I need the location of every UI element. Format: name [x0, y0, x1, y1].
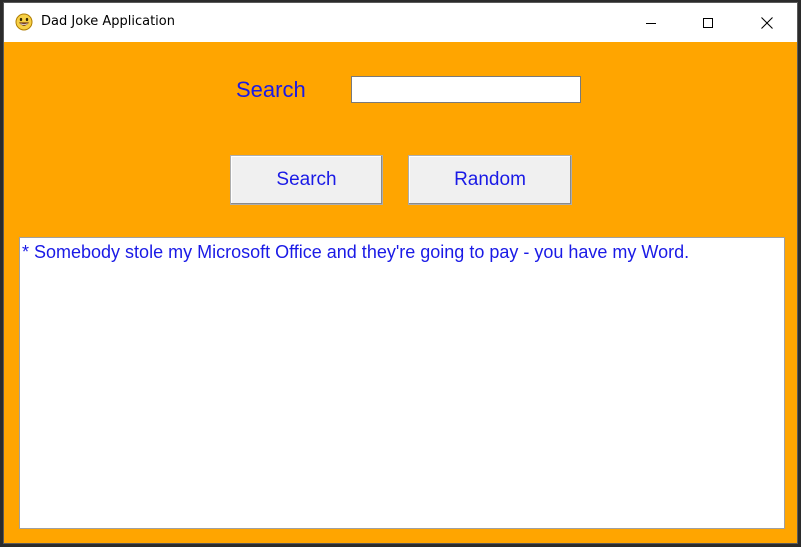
grinning-face-icon [15, 13, 33, 31]
search-label: Search [236, 77, 306, 102]
close-icon [761, 16, 773, 29]
title-bar[interactable]: Dad Joke Application [4, 3, 797, 42]
minimize-button[interactable] [628, 3, 674, 42]
search-button[interactable]: Search [230, 155, 383, 205]
random-button[interactable]: Random [408, 155, 572, 205]
joke-output-box[interactable]: * Somebody stole my Microsoft Office and… [19, 237, 785, 529]
joke-text: * Somebody stole my Microsoft Office and… [22, 242, 690, 262]
search-input[interactable] [351, 76, 581, 103]
minimize-icon [646, 22, 656, 24]
app-window: Dad Joke Application Search Search Rando… [4, 3, 797, 543]
maximize-icon [703, 17, 713, 28]
close-button[interactable] [744, 3, 790, 42]
window-title: Dad Joke Application [41, 14, 175, 29]
maximize-button[interactable] [685, 3, 731, 42]
